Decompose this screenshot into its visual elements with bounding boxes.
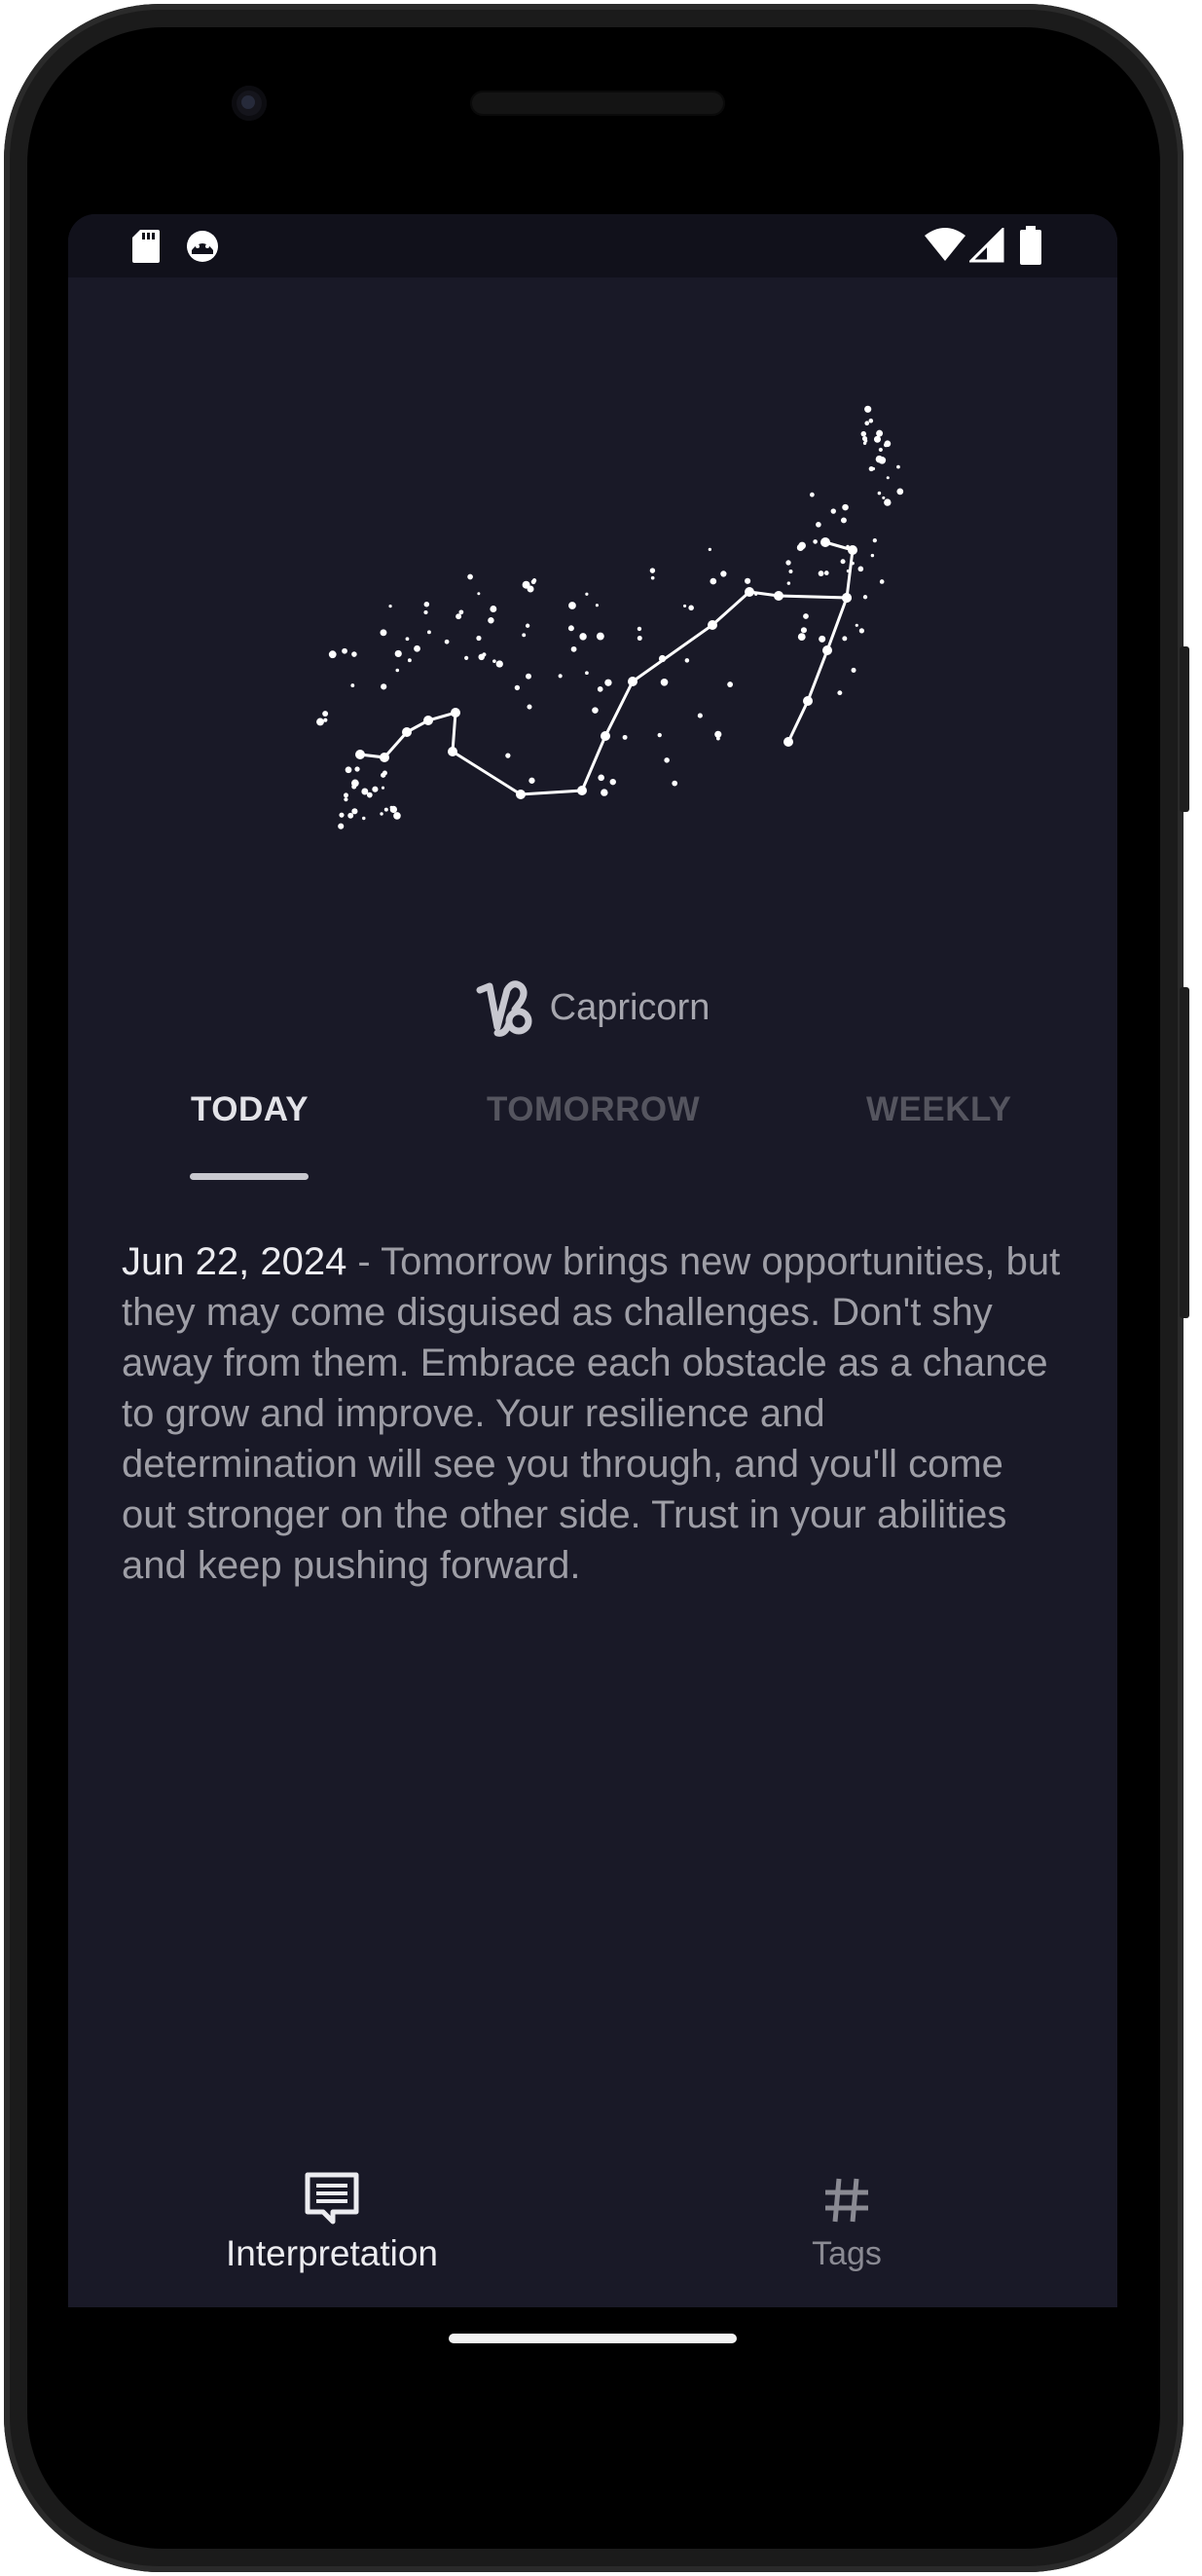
home-indicator[interactable] bbox=[449, 2334, 737, 2343]
nav-label-interpretation: Interpretation bbox=[225, 2233, 439, 2273]
sd-card-icon bbox=[132, 230, 160, 263]
nav-item-interpretation[interactable]: Interpretation bbox=[209, 2171, 455, 2274]
horoscope-date: Jun 22, 2024 bbox=[122, 1240, 347, 1283]
battery-icon bbox=[1020, 226, 1041, 265]
tab-today[interactable]: TODAY bbox=[191, 1090, 309, 1129]
tab-weekly[interactable]: WEEKLY bbox=[866, 1090, 1012, 1129]
earpiece-speaker bbox=[470, 91, 725, 116]
volume-button bbox=[1180, 987, 1189, 1318]
power-button bbox=[1180, 646, 1189, 812]
nav-label-tags: Tags bbox=[812, 2235, 882, 2272]
cellular-signal-icon bbox=[969, 228, 1004, 263]
comment-icon bbox=[305, 2172, 359, 2225]
wifi-icon bbox=[925, 228, 965, 261]
horoscope-text: Jun 22, 2024 - Tomorrow brings new oppor… bbox=[122, 1236, 1066, 1591]
horoscope-separator: - bbox=[346, 1240, 382, 1283]
capricorn-symbol-icon bbox=[476, 980, 532, 1037]
zodiac-sign-header: Capricorn bbox=[68, 974, 1117, 1042]
tab-tomorrow[interactable]: TOMORROW bbox=[487, 1090, 700, 1129]
android-debug-icon bbox=[187, 231, 218, 262]
app-screen: Capricorn TODAY TOMORROW WEEKLY Jun 22, … bbox=[68, 214, 1117, 2307]
capricorn-constellation-illustration bbox=[316, 405, 904, 829]
hashtag-icon bbox=[825, 2178, 868, 2223]
front-camera bbox=[232, 86, 267, 121]
status-bar bbox=[68, 214, 1117, 277]
active-tab-indicator bbox=[190, 1173, 309, 1180]
horoscope-body: Tomorrow brings new opportunities, but t… bbox=[122, 1240, 1061, 1587]
zodiac-sign-name: Capricorn bbox=[549, 986, 710, 1028]
nav-item-tags[interactable]: Tags bbox=[779, 2171, 915, 2273]
